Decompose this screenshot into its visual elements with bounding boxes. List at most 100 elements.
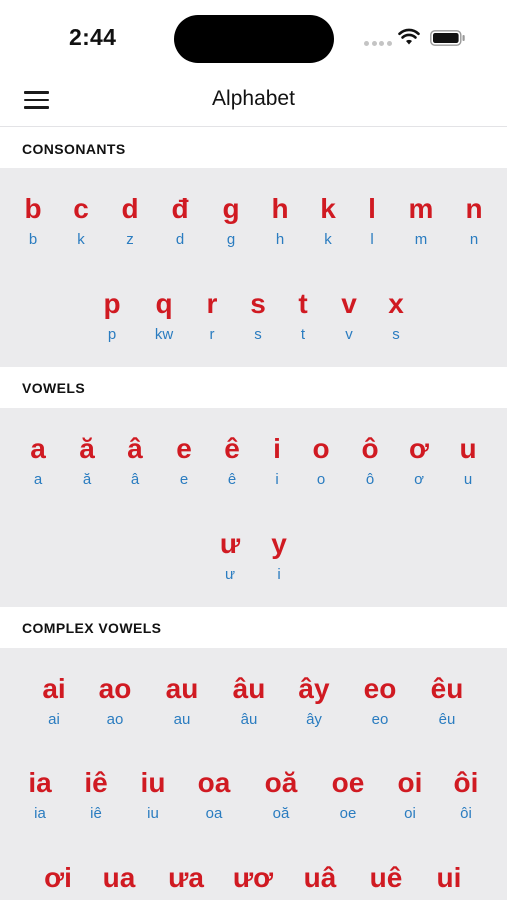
letter: oe <box>331 767 365 798</box>
letter-cell[interactable]: eo eo <box>350 672 410 730</box>
letter-cell[interactable]: oi oi <box>380 766 440 824</box>
wifi-icon <box>398 28 420 45</box>
pronunciation: ai <box>48 711 60 728</box>
pronunciation: i <box>277 566 281 583</box>
pronunciation: iu <box>147 805 159 822</box>
vowels-grid: aa ăă ââ ee êê ii oo ôô ơơ uu ưư yi <box>0 408 507 607</box>
letter: uâ <box>303 862 337 893</box>
letter: x <box>388 288 404 319</box>
pronunciation: p <box>107 326 117 343</box>
letter-row: pp q kw rr ss tt vv xs <box>0 287 507 357</box>
section-title: COMPLEX VOWELS <box>22 620 162 636</box>
section-header-consonants: CONSONANTS <box>0 128 507 168</box>
letter: au <box>165 673 199 704</box>
consonants-grid: bb ck dz đd gg hh kk ll mm nn pp q kw rr … <box>0 168 507 367</box>
pronunciation: oă <box>272 805 290 822</box>
letter-row: aa ăă ââ ee êê ii oo ôô ơơ uu <box>0 432 507 502</box>
letter-cell[interactable]: ui <box>419 861 479 899</box>
letter-cell[interactable]: âu âu <box>219 672 279 730</box>
pronunciation: ôi <box>460 805 472 822</box>
letter: uê <box>369 862 403 893</box>
navigation-bar: Alphabet <box>0 76 507 127</box>
letter: oa <box>197 767 231 798</box>
letter: ươ <box>232 862 274 893</box>
letter-cell[interactable]: uu <box>438 432 498 490</box>
letter: eo <box>363 673 397 704</box>
status-time: 2:44 <box>69 24 117 50</box>
section-header-vowels: VOWELS <box>0 367 507 407</box>
letter: ây <box>298 673 330 704</box>
complex-vowels-grid: ai ai ao ao au au âu âu ây ây eo eo êu êu ia ia … <box>0 648 507 900</box>
letter-row: ơi ua ưa ươ uâ uê ui <box>0 861 507 900</box>
letter-cell[interactable]: au au <box>152 672 212 730</box>
letter: m <box>408 193 434 224</box>
letter: iê <box>84 767 108 798</box>
letter-cell[interactable]: ưa <box>156 861 216 899</box>
letter-cell[interactable]: ao ao <box>85 672 145 730</box>
letter-cell[interactable]: iê iê <box>66 766 126 824</box>
letter-cell[interactable]: ơi <box>28 861 88 899</box>
letter-cell[interactable]: oă oă <box>251 766 311 824</box>
letter-cell[interactable]: ai ai <box>24 672 84 730</box>
cellular-signal-icon <box>364 41 392 46</box>
letter-cell[interactable]: uê <box>356 861 416 899</box>
letter: ơi <box>44 862 72 893</box>
pronunciation: ao <box>106 711 124 728</box>
letter: ia <box>28 767 52 798</box>
letter: âu <box>232 673 266 704</box>
page-title: Alphabet <box>212 87 295 110</box>
pronunciation: au <box>173 711 191 728</box>
letter: ưa <box>168 862 204 893</box>
letter-cell[interactable]: pp <box>82 287 142 345</box>
pronunciation: oa <box>205 805 223 822</box>
pronunciation: êu <box>438 711 456 728</box>
section-title: CONSONANTS <box>22 141 126 157</box>
pronunciation: oi <box>404 805 416 822</box>
pronunciation: oe <box>339 805 357 822</box>
letter: p <box>103 288 121 319</box>
pronunciation: u <box>463 471 473 488</box>
letter-cell[interactable]: oa oa <box>184 766 244 824</box>
letter-cell[interactable]: oe oe <box>318 766 378 824</box>
letter: êu <box>430 673 464 704</box>
pronunciation: iê <box>90 805 102 822</box>
pronunciation: m <box>414 231 428 248</box>
letter: y <box>271 528 287 559</box>
pronunciation: n <box>469 231 479 248</box>
letter-row: ưư yi <box>0 527 507 597</box>
letter-cell[interactable]: ươ <box>223 861 283 899</box>
letter-cell[interactable]: êu êu <box>417 672 477 730</box>
letter-row: ai ai ao ao au au âu âu ây ây eo eo êu êu <box>0 672 507 742</box>
letter-cell[interactable]: nn <box>444 192 504 250</box>
letter-row: ia ia iê iê iu iu oa oa oă oă oe oe oi oi ôi ôi <box>0 766 507 836</box>
pronunciation: ây <box>306 711 322 728</box>
status-bar: 2:44 <box>0 0 507 76</box>
letter: ai <box>42 673 66 704</box>
pronunciation: ia <box>34 805 46 822</box>
letter-row: bb ck dz đd gg hh kk ll mm nn <box>0 192 507 262</box>
pronunciation: s <box>392 326 400 343</box>
letter-cell[interactable]: ia ia <box>10 766 70 824</box>
letter-cell[interactable]: ôi ôi <box>436 766 496 824</box>
letter-cell[interactable]: yi <box>249 527 309 585</box>
section-header-complex-vowels: COMPLEX VOWELS <box>0 607 507 647</box>
letter: ua <box>102 862 136 893</box>
letter-cell[interactable]: ây ây <box>284 672 344 730</box>
letter: u <box>459 433 477 464</box>
letter-cell[interactable]: xs <box>366 287 426 345</box>
letter-cell[interactable]: mm <box>391 192 451 250</box>
letter: n <box>465 193 483 224</box>
letter: ao <box>98 673 132 704</box>
dynamic-island <box>174 15 334 63</box>
pronunciation: eo <box>371 711 389 728</box>
letter-cell[interactable]: uâ <box>290 861 350 899</box>
letter-cell[interactable]: iu iu <box>123 766 183 824</box>
letter: ôi <box>453 767 479 798</box>
section-title: VOWELS <box>22 380 86 396</box>
letter-cell[interactable]: ua <box>89 861 149 899</box>
pronunciation: âu <box>240 711 258 728</box>
battery-icon <box>430 30 465 46</box>
letter: ui <box>436 862 462 893</box>
letter: oi <box>397 767 423 798</box>
letter: iu <box>140 767 166 798</box>
